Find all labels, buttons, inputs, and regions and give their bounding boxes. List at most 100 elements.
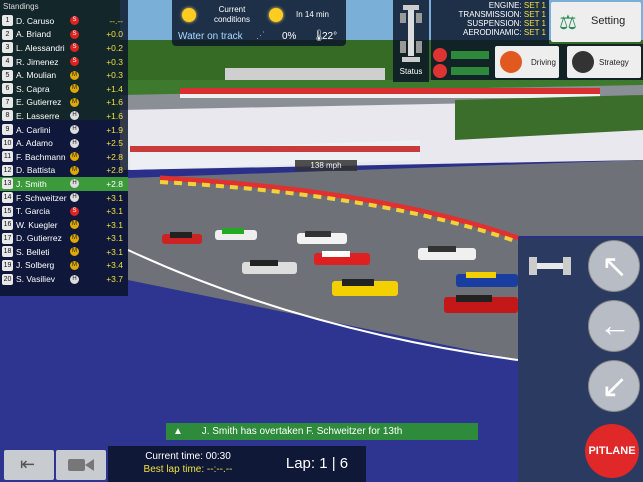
camera-button[interactable] xyxy=(56,450,106,480)
rain-drops-icon: ⋰ xyxy=(256,30,265,40)
gap-time: +0.2 xyxy=(106,42,123,53)
position-number: 11 xyxy=(2,151,13,163)
gap-time: +1.6 xyxy=(106,110,123,121)
temperature: 22° xyxy=(322,31,338,42)
mode-bar: Driving Strategy xyxy=(431,44,643,80)
position-number: 6 xyxy=(2,83,13,95)
gap-time: +3.1 xyxy=(106,233,123,244)
race-car xyxy=(444,295,518,313)
position-number: 13 xyxy=(2,178,13,190)
gap-time: +3.1 xyxy=(106,192,123,203)
tyre-compound-icon: M xyxy=(70,70,79,80)
standings-row: 1 D. Caruso S --.-- xyxy=(0,14,128,28)
arrow-down-left-icon: ↙ xyxy=(601,368,628,404)
gap-time: +2.8 xyxy=(106,178,123,189)
gap-time: +2.8 xyxy=(106,151,123,162)
standings-row: 4 R. Jimenez S +0.3 xyxy=(0,55,128,69)
gap-time: +1.4 xyxy=(106,83,123,94)
driver-name: D. Battista xyxy=(16,165,56,176)
gap-time: +3.4 xyxy=(106,260,123,271)
exit-icon: ⇤ xyxy=(20,454,36,474)
defend-left-button[interactable]: ↙ xyxy=(588,360,640,412)
driver-name: A. Moulian xyxy=(16,70,57,81)
tyre-compound-icon: M xyxy=(70,260,79,270)
driver-name: S. Capra xyxy=(16,83,50,94)
gap-time: +3.1 xyxy=(106,246,123,257)
position-number: 5 xyxy=(2,69,13,81)
aero-value: SET 1 xyxy=(523,28,546,37)
exit-button[interactable]: ⇤ xyxy=(4,450,54,480)
position-number: 12 xyxy=(2,164,13,176)
driver-name: L. Alessandri xyxy=(16,42,65,53)
standings-row: 6 S. Capra M +1.4 xyxy=(0,82,128,96)
tyre-compound-icon: M xyxy=(70,97,79,107)
compass-icon: ⚖ xyxy=(559,12,577,34)
tyre-compound-icon: S xyxy=(70,29,79,39)
lap-counter: Lap: 1 | 6 xyxy=(268,446,366,482)
gap-time: +3.1 xyxy=(106,206,123,217)
speed-readout: 138 mph xyxy=(295,160,357,171)
track-state: Water on track xyxy=(178,31,243,42)
position-number: 1 xyxy=(2,15,13,27)
move-left-button[interactable]: ← xyxy=(588,300,640,352)
arrow-left-icon: ← xyxy=(599,307,631,343)
position-number: 17 xyxy=(2,232,13,244)
position-number: 4 xyxy=(2,56,13,68)
forecast-time: In 14 min xyxy=(296,10,329,19)
standings-row: 12 D. Battista M +2.8 xyxy=(0,164,128,178)
position-number: 7 xyxy=(2,96,13,108)
current-conditions-label: Current conditions xyxy=(213,5,251,24)
overtake-text: J. Smith has overtaken F. Schweitzer for… xyxy=(201,426,403,437)
race-car xyxy=(242,260,297,274)
engine-label: ENGINE: xyxy=(488,1,522,10)
driver-name: T. Garcia xyxy=(16,206,51,217)
tyre-compound-icon: M xyxy=(70,152,79,162)
position-number: 9 xyxy=(2,124,13,136)
driver-name: S. Belleti xyxy=(16,246,50,257)
attack-left-button[interactable]: ↖ xyxy=(588,240,640,292)
race-car xyxy=(418,246,476,260)
tyre-compound-icon: H xyxy=(70,274,79,284)
driver-name: S. Vasiliev xyxy=(16,274,56,285)
gap-time: +2.8 xyxy=(106,165,123,176)
tyre-compound-icon: S xyxy=(70,206,79,216)
standings-row: 9 A. Carlini H +1.9 xyxy=(0,123,128,137)
position-number: 14 xyxy=(2,192,13,204)
driver-name: E. Lasserre xyxy=(16,110,60,121)
driver-name: A. Carlini xyxy=(16,124,51,135)
car-status-icon xyxy=(400,5,422,62)
standings-row: 3 L. Alessandri S +0.2 xyxy=(0,41,128,55)
driver-name: J. Smith xyxy=(16,178,47,189)
tyre-compound-icon: H xyxy=(70,111,79,121)
gap-time: +0.3 xyxy=(106,56,123,67)
standings-panel: Standings 1 D. Caruso S --.-- 2 A. Briand S +0.… xyxy=(0,0,128,296)
driving-icon xyxy=(500,51,522,73)
car-overtake-icon xyxy=(529,257,571,275)
car-status-button[interactable]: Status xyxy=(393,0,429,82)
driver-name: D. Gutierrez xyxy=(16,233,62,244)
best-lap-label: Best lap time: xyxy=(143,464,205,475)
tyre-compound-icon: M xyxy=(70,84,79,94)
tyre-compound-icon: H xyxy=(70,125,79,135)
tyre-compound-icon: H xyxy=(70,179,79,189)
position-number: 10 xyxy=(2,137,13,149)
position-number: 8 xyxy=(2,110,13,122)
driver-name: J. Solberg xyxy=(16,260,55,271)
driver-name: A. Adamo xyxy=(16,138,53,149)
position-number: 2 xyxy=(2,28,13,40)
strategy-button[interactable]: Strategy xyxy=(567,46,641,78)
setting-button[interactable]: ⚖ Setting xyxy=(551,2,641,42)
position-number: 15 xyxy=(2,205,13,217)
current-time-value: 00:30 xyxy=(205,451,231,462)
overtake-triangle-icon: ▲ xyxy=(173,426,183,437)
pitlane-button[interactable]: PITLANE xyxy=(585,424,639,478)
driver-name: A. Briand xyxy=(16,29,51,40)
race-car xyxy=(332,279,398,296)
driver-name: D. Caruso xyxy=(16,15,55,26)
arrow-up-left-icon: ↖ xyxy=(601,248,628,284)
standings-row: 20 S. Vasiliev H +3.7 xyxy=(0,272,128,286)
standings-row: 5 A. Moulian M +0.3 xyxy=(0,68,128,82)
gap-time: +0.3 xyxy=(106,70,123,81)
position-number: 18 xyxy=(2,246,13,258)
driving-button[interactable]: Driving xyxy=(495,46,559,78)
